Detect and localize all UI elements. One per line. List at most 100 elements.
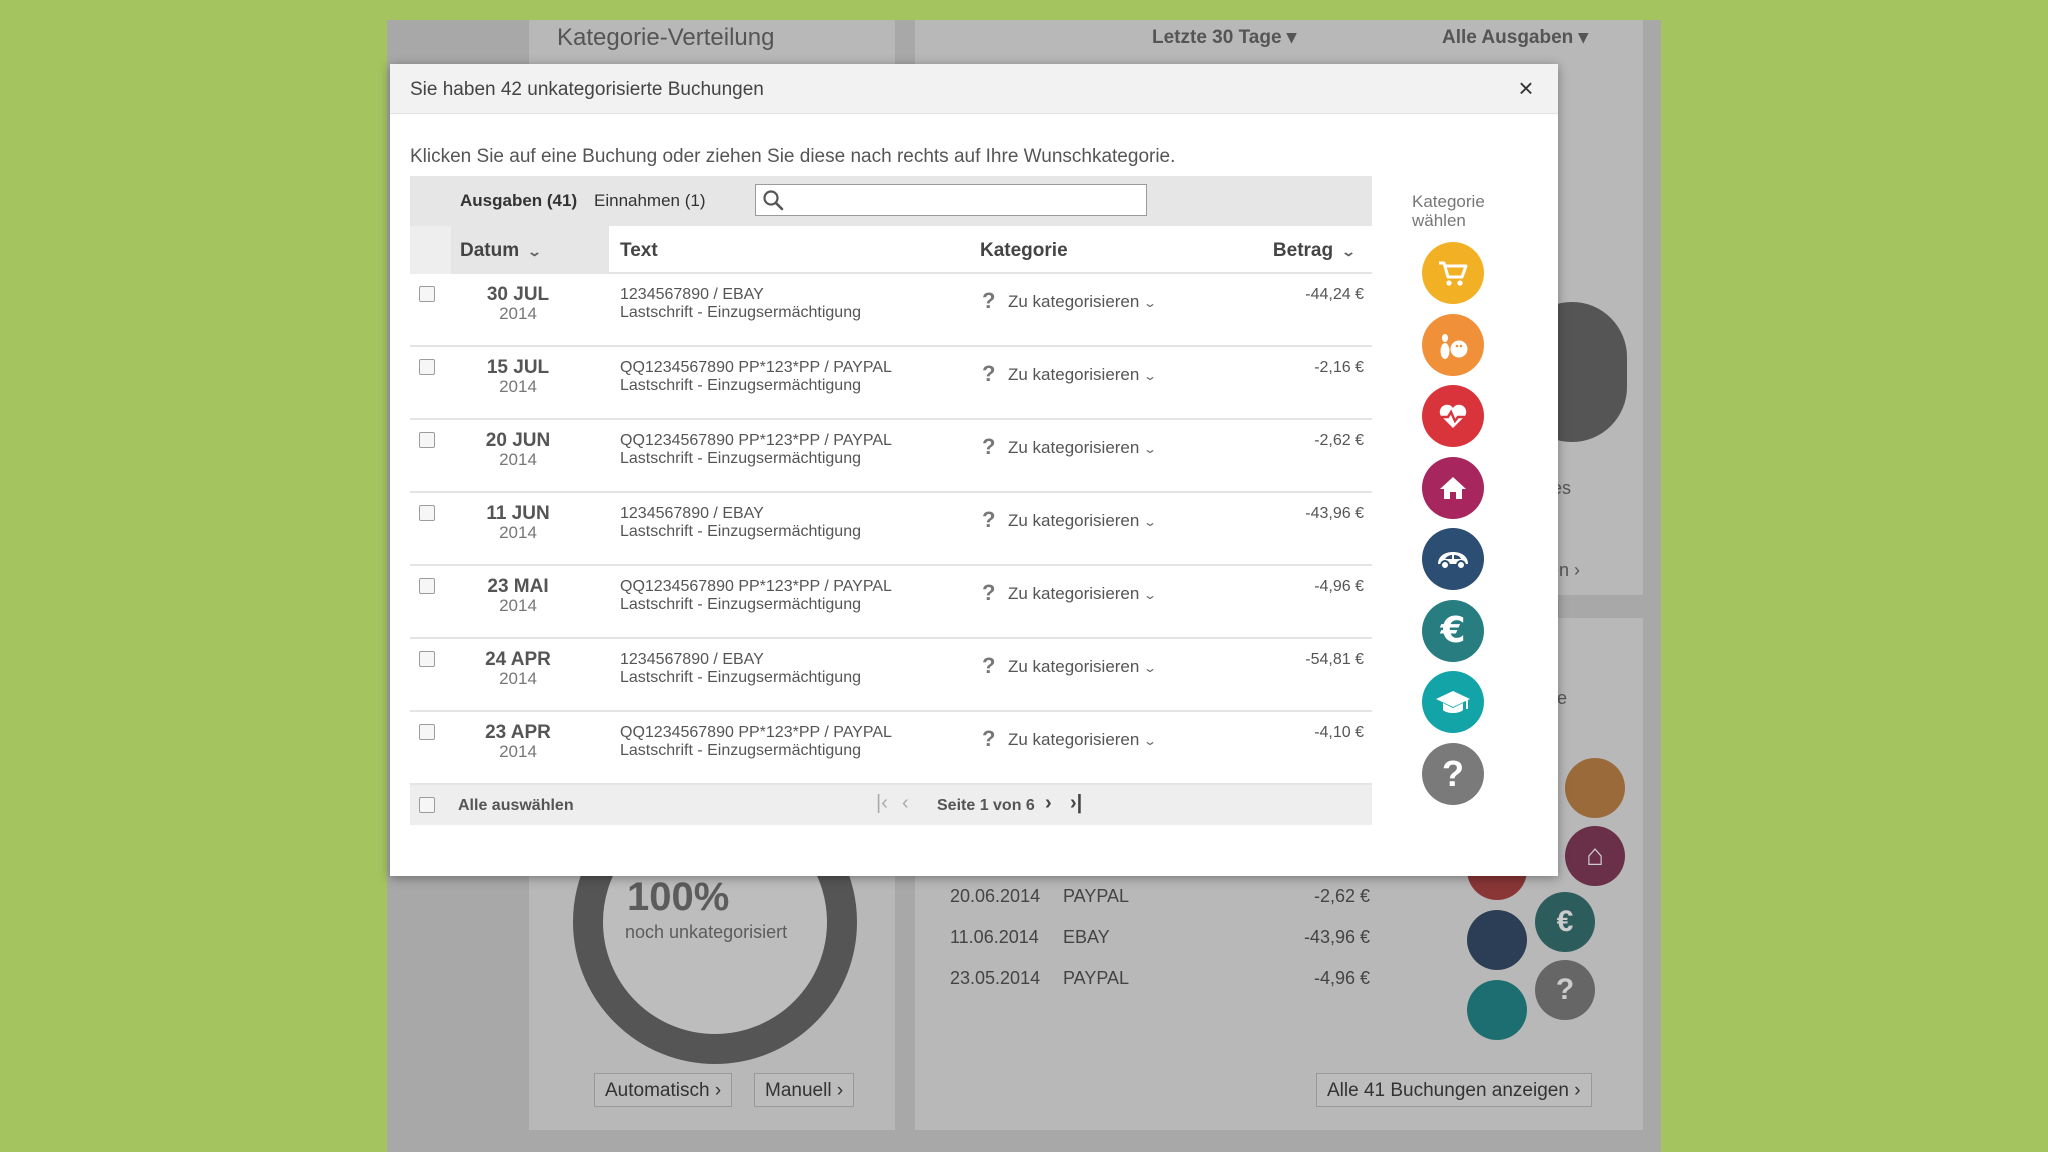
bg-partial-text-2: e (1557, 688, 1568, 708)
question-icon: ? (982, 726, 996, 751)
chevron-down-icon: ⌄ (1143, 661, 1158, 675)
category-euro-button[interactable]: € (1422, 599, 1484, 662)
bg-manual-button: Manuell › (754, 1073, 855, 1107)
table-row[interactable]: 23 MAI 2014 QQ1234567890 PP*123*PP / PAYPA… (410, 566, 1372, 639)
row-date-year: 2014 (499, 523, 537, 542)
row-date-day: 24 APR (485, 649, 551, 670)
chevron-down-icon: ⌄ (1143, 588, 1158, 602)
table-row[interactable]: 11 JUN 2014 1234567890 / EBAY Lastschrift -… (410, 493, 1372, 566)
tab-expenses[interactable]: Ausgaben (41) (460, 191, 577, 211)
row-checkbox[interactable] (419, 578, 435, 594)
last-page-icon[interactable]: ›| (1070, 792, 1082, 815)
row-booking-type: Lastschrift - Einzugsermächtigung (620, 304, 861, 321)
page-indicator: Seite 1 von 6 (937, 797, 1035, 814)
table-header: Datum ⌄ Text Kategorie Betrag ⌄ (410, 226, 1372, 274)
row-checkbox[interactable] (419, 724, 435, 740)
category-dropdown[interactable]: Zu kategorisieren ⌄ (1008, 365, 1157, 385)
next-page-icon[interactable]: › (1045, 792, 1052, 815)
row-checkbox[interactable] (419, 651, 435, 667)
row-date-day: 15 JUL (486, 357, 550, 378)
question-icon: ? (1442, 752, 1464, 794)
category-panel: Kategorie wählen €? (1412, 192, 1512, 805)
column-date-sort[interactable]: Datum ⌄ (460, 240, 543, 262)
row-amount: -43,96 € (1305, 505, 1364, 522)
bg-question-icon: ? (1535, 960, 1595, 1020)
row-description: QQ1234567890 PP*123*PP / PAYPAL (620, 432, 892, 449)
transaction-list: 30 JUL 2014 1234567890 / EBAY Lastschrift -… (410, 274, 1372, 785)
row-date-day: 30 JUL (486, 284, 550, 305)
row-date-day: 11 JUN (486, 503, 550, 524)
row-date-year: 2014 (499, 596, 537, 615)
category-dropdown[interactable]: Zu kategorisieren ⌄ (1008, 438, 1158, 458)
dialog-header: Sie haben 42 unkategorisierte Buchungen … (390, 64, 1558, 114)
chevron-down-icon: ⌄ (1143, 296, 1158, 310)
column-amount-sort[interactable]: Betrag ⌄ (1273, 240, 1356, 262)
row-amount: -2,62 € (1314, 432, 1364, 449)
close-icon[interactable]: × (1512, 74, 1540, 102)
search-icon (762, 189, 784, 216)
row-booking-type: Lastschrift - Einzugsermächtigung (620, 523, 861, 540)
category-car-button[interactable] (1422, 528, 1484, 590)
category-dropdown[interactable]: Zu kategorisieren ⌄ (1008, 511, 1157, 531)
row-description: 1234567890 / EBAY (620, 286, 764, 303)
row-amount: -4,96 € (1314, 578, 1364, 595)
search-input[interactable] (790, 188, 1140, 212)
bg-car-icon (1467, 910, 1527, 970)
bg-donut-label: noch unkategorisiert (625, 922, 788, 942)
row-description: 1234567890 / EBAY (620, 505, 764, 522)
column-text: Text (620, 240, 658, 261)
table-row[interactable]: 23 APR 2014 QQ1234567890 PP*123*PP / PAYPA… (410, 712, 1372, 785)
bg-row: 11.06.2014 EBAY -43,96 € (950, 927, 1370, 947)
category-shopping-cart-button[interactable] (1422, 242, 1484, 304)
table-row[interactable]: 30 JUL 2014 1234567890 / EBAY Lastschrift -… (410, 274, 1372, 347)
dialog-instructions: Klicken Sie auf eine Buchung oder ziehen… (410, 146, 1176, 167)
bg-house-icon: ⌂ (1565, 826, 1625, 886)
tab-income[interactable]: Einnahmen (1) (594, 191, 706, 211)
select-all-label[interactable]: Alle auswählen (458, 797, 574, 815)
table-row[interactable]: 20 JUN 2014 QQ1234567890 PP*123*PP / PAYPA… (410, 420, 1372, 493)
row-date-year: 2014 (499, 450, 537, 469)
bg-row: 20.06.2014 PAYPAL -2,62 € (950, 886, 1370, 906)
row-booking-type: Lastschrift - Einzugsermächtigung (620, 596, 861, 613)
chevron-down-icon: ⌄ (526, 244, 543, 259)
row-amount: -2,16 € (1314, 359, 1364, 376)
category-graduation-cap-button[interactable] (1422, 671, 1484, 733)
chevron-down-icon: ⌄ (1143, 734, 1158, 748)
row-checkbox[interactable] (419, 505, 435, 521)
row-booking-type: Lastschrift - Einzugsermächtigung (620, 450, 861, 467)
row-amount: -4,10 € (1314, 724, 1364, 741)
row-date-day: 23 MAI (487, 576, 549, 597)
row-amount: -44,24 € (1305, 286, 1364, 303)
row-booking-type: Lastschrift - Einzugsermächtigung (620, 377, 861, 394)
table-row[interactable]: 15 JUL 2014 QQ1234567890 PP*123*PP / PAYPA… (410, 347, 1372, 420)
category-house-button[interactable] (1422, 456, 1484, 519)
category-dropdown[interactable]: Zu kategorisieren ⌄ (1008, 657, 1158, 677)
row-booking-type: Lastschrift - Einzugsermächtigung (620, 669, 861, 686)
select-all-checkbox[interactable] (419, 797, 435, 813)
category-heart-pulse-button[interactable] (1422, 385, 1484, 447)
bg-period-dropdown: Letzte 30 Tage ▾ (1152, 27, 1297, 48)
row-checkbox[interactable] (419, 432, 435, 448)
bowling-icon (1435, 327, 1471, 363)
chevron-down-icon: ⌄ (1143, 442, 1158, 456)
shopping-cart-icon (1435, 255, 1471, 291)
prev-page-icon[interactable]: ‹ (902, 792, 909, 815)
category-dropdown[interactable]: Zu kategorisieren ⌄ (1008, 584, 1158, 604)
row-checkbox[interactable] (419, 359, 435, 375)
row-booking-type: Lastschrift - Einzugsermächtigung (620, 742, 861, 759)
search-box (755, 184, 1147, 216)
row-amount: -54,81 € (1305, 651, 1364, 668)
category-question-button[interactable]: ? (1422, 742, 1484, 805)
category-heading: Kategorie wählen (1412, 192, 1485, 230)
row-checkbox[interactable] (419, 286, 435, 302)
category-bowling-button[interactable] (1422, 313, 1484, 376)
house-icon (1435, 470, 1471, 506)
bg-filter-dropdown: Alle Ausgaben ▾ (1442, 27, 1589, 48)
first-page-icon[interactable]: |‹ (876, 792, 888, 815)
category-dropdown[interactable]: Zu kategorisieren ⌄ (1008, 730, 1158, 750)
question-icon: ? (982, 288, 996, 313)
column-category: Kategorie (980, 240, 1068, 261)
table-row[interactable]: 24 APR 2014 1234567890 / EBAY Lastschrift -… (410, 639, 1372, 712)
category-dropdown[interactable]: Zu kategorisieren ⌄ (1008, 292, 1158, 312)
bg-bowling-icon (1565, 758, 1625, 818)
